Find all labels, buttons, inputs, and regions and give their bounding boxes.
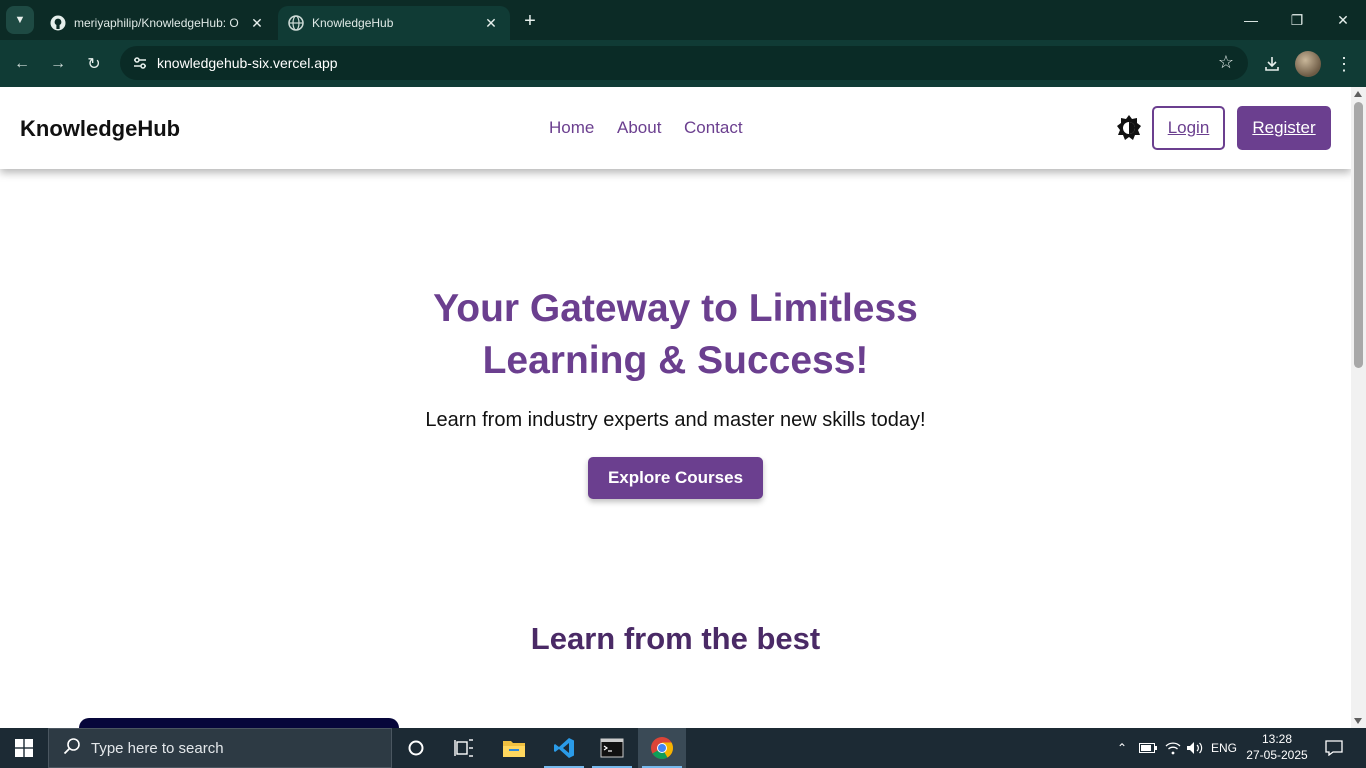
scrollbar-thumb[interactable] xyxy=(1354,102,1363,368)
restore-button[interactable]: ❐ xyxy=(1274,6,1320,34)
tab-strip: ▼ meriyaphilip/KnowledgeHub: O ✕ Knowled… xyxy=(0,0,1366,40)
nav-about[interactable]: About xyxy=(617,118,661,138)
tab-knowledgehub[interactable]: KnowledgeHub ✕ xyxy=(278,6,510,40)
volume-icon[interactable] xyxy=(1184,728,1206,768)
url-text: knowledgehub-six.vercel.app xyxy=(157,55,338,71)
windows-taskbar: Type here to search ⌃ ENG 13:28 27-05-20… xyxy=(0,728,1366,768)
reload-icon[interactable]: ↻ xyxy=(80,50,108,78)
hero-subtitle: Learn from industry experts and master n… xyxy=(425,409,926,431)
close-icon[interactable]: ✕ xyxy=(482,14,500,32)
minimize-button[interactable]: — xyxy=(1228,6,1274,34)
tab-search-button[interactable]: ▼ xyxy=(6,6,34,34)
browser-toolbar: ← → ↻ knowledgehub-six.vercel.app ☆ ⋮ xyxy=(0,40,1366,87)
forward-arrow-icon[interactable]: → xyxy=(44,50,72,78)
site-logo[interactable]: KnowledgeHub xyxy=(20,116,180,142)
window-close-button[interactable]: ✕ xyxy=(1320,6,1366,34)
theme-toggle-icon[interactable] xyxy=(1116,115,1142,141)
close-icon[interactable]: ✕ xyxy=(248,14,266,32)
bookmark-star-icon[interactable]: ☆ xyxy=(1218,52,1234,73)
page-scrollbar[interactable] xyxy=(1351,87,1366,728)
download-icon[interactable] xyxy=(1259,51,1285,77)
site-settings-icon[interactable] xyxy=(128,51,152,75)
scroll-down-arrow-icon[interactable] xyxy=(1354,718,1362,724)
tab-title: KnowledgeHub xyxy=(312,16,394,30)
tab-github[interactable]: meriyaphilip/KnowledgeHub: O ✕ xyxy=(40,6,276,40)
site-navbar: KnowledgeHub Home About Contact Login Re… xyxy=(0,87,1351,169)
battery-icon[interactable] xyxy=(1136,728,1160,768)
file-explorer-icon[interactable] xyxy=(490,728,538,768)
taskbar-search-input[interactable]: Type here to search xyxy=(48,728,392,768)
page-viewport: KnowledgeHub Home About Contact Login Re… xyxy=(0,87,1351,728)
tab-title: meriyaphilip/KnowledgeHub: O xyxy=(74,16,239,30)
windows-start-icon[interactable] xyxy=(0,728,48,768)
wifi-icon[interactable] xyxy=(1162,728,1184,768)
globe-icon xyxy=(288,15,304,31)
profile-avatar[interactable] xyxy=(1295,51,1321,77)
new-tab-button[interactable]: + xyxy=(518,9,542,33)
hero-title-line-1: Your Gateway to Limitless xyxy=(433,287,918,330)
chevron-down-icon: ▼ xyxy=(14,14,26,26)
hero-title: Your Gateway to Limitless Learning & Suc… xyxy=(0,283,1351,387)
nav-contact[interactable]: Contact xyxy=(684,118,743,138)
nav-home[interactable]: Home xyxy=(549,118,594,138)
vscode-icon[interactable] xyxy=(540,728,588,768)
language-indicator[interactable]: ENG xyxy=(1208,728,1240,768)
cortana-icon[interactable] xyxy=(392,728,440,768)
login-button[interactable]: Login xyxy=(1152,106,1225,150)
system-clock[interactable]: 13:28 27-05-2025 xyxy=(1242,731,1312,763)
search-placeholder: Type here to search xyxy=(91,739,224,757)
clock-time: 13:28 xyxy=(1261,732,1293,746)
address-bar[interactable]: knowledgehub-six.vercel.app ☆ xyxy=(120,46,1248,80)
menu-kebab-icon[interactable]: ⋮ xyxy=(1331,51,1357,77)
explore-courses-button[interactable]: Explore Courses xyxy=(588,457,763,499)
clock-date: 27-05-2025 xyxy=(1246,748,1308,762)
section-title: Learn from the best xyxy=(530,621,821,656)
instructor-card[interactable] xyxy=(79,718,399,728)
github-icon xyxy=(50,15,66,31)
chevron-up-icon[interactable]: ⌃ xyxy=(1112,728,1132,768)
search-icon xyxy=(63,737,81,760)
back-arrow-icon[interactable]: ← xyxy=(8,50,36,78)
terminal-icon[interactable] xyxy=(588,728,636,768)
hero-title-line-2: Learning & Success! xyxy=(482,339,869,382)
chrome-icon[interactable] xyxy=(638,728,686,768)
browser-chrome: ▼ meriyaphilip/KnowledgeHub: O ✕ Knowled… xyxy=(0,0,1366,87)
notification-icon[interactable] xyxy=(1318,728,1350,768)
register-button[interactable]: Register xyxy=(1237,106,1331,150)
scroll-up-arrow-icon[interactable] xyxy=(1354,91,1362,97)
task-view-icon[interactable] xyxy=(440,728,488,768)
